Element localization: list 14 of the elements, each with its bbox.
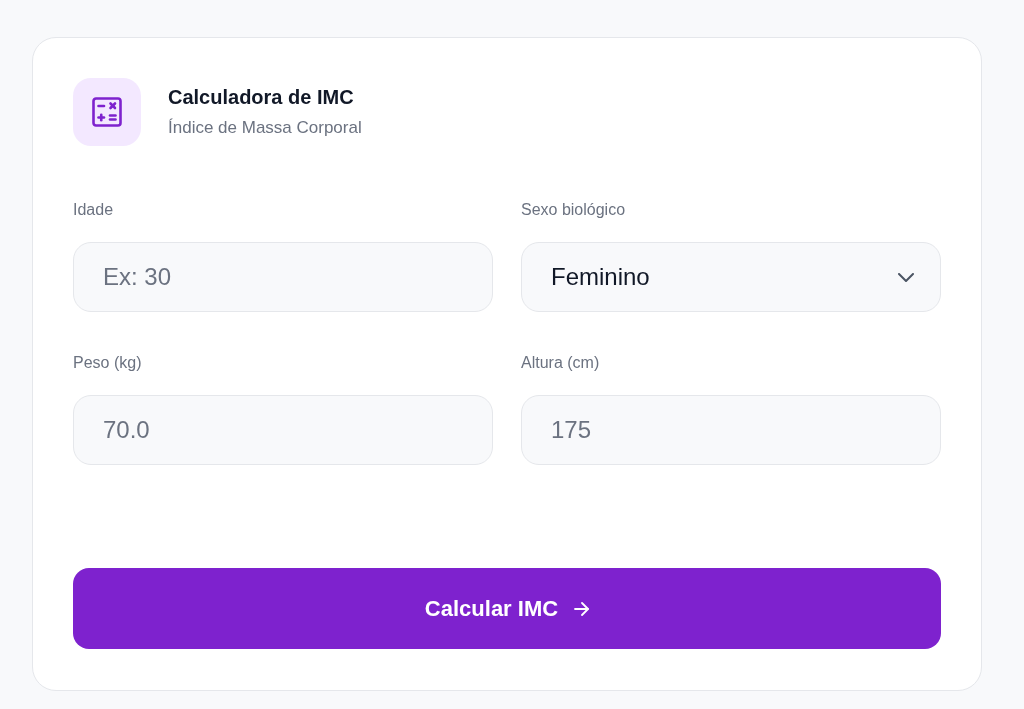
field-label: Peso (kg) bbox=[73, 353, 143, 373]
app-subtitle: Índice de Massa Corporal bbox=[168, 117, 362, 139]
field-label: Sexo biológico bbox=[521, 200, 627, 220]
input-field[interactable]: 70.0 bbox=[73, 395, 493, 465]
input-field[interactable]: 175 bbox=[521, 395, 941, 465]
field-label: Altura (cm) bbox=[521, 353, 601, 373]
calculate-button[interactable]: Calcular IMC bbox=[73, 568, 941, 649]
arrow-right-icon bbox=[574, 601, 590, 616]
app-title: Calculadora de IMC bbox=[168, 85, 355, 110]
chevron-down-icon bbox=[898, 272, 914, 282]
field-label: Idade bbox=[73, 200, 115, 220]
dropdown-field[interactable]: Feminino bbox=[521, 242, 941, 312]
calculator-icon bbox=[73, 78, 141, 146]
input-field[interactable]: Ex: 30 bbox=[73, 242, 493, 312]
